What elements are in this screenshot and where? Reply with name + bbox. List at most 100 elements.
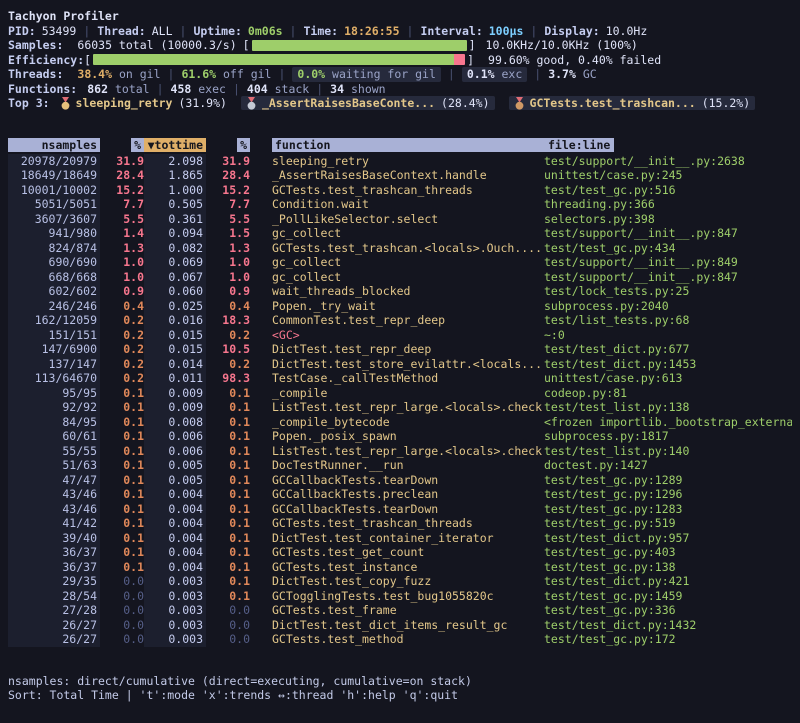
table-row[interactable]: 668/6681.00.0671.0gc_collecttest/support… — [8, 270, 792, 285]
table-row[interactable]: 824/8741.30.0821.3GCTests.test_trashcan.… — [8, 241, 792, 256]
thread-label: Thread: — [97, 24, 145, 39]
nsamples-cell: 26/27 — [8, 618, 100, 633]
table-row[interactable]: 92/920.10.0090.1ListTest.test_repr_large… — [8, 400, 792, 415]
file-cell: test/list_tests.py:68 — [544, 313, 792, 328]
header-file-line[interactable]: file:line — [544, 138, 792, 153]
tottime-cell: 0.008 — [144, 415, 206, 430]
samples-line: Samples: 66035 total (10000.3/s) [ ] 10.… — [8, 38, 792, 53]
table-row[interactable]: 36/370.10.0040.1GCTests.test_get_countte… — [8, 545, 792, 560]
table-row[interactable]: 18649/1864928.41.86528.4_AssertRaisesBas… — [8, 168, 792, 183]
header-direct-pct[interactable]: % — [100, 138, 144, 153]
table-row[interactable]: 5051/50517.70.5057.7Condition.waitthread… — [8, 197, 792, 212]
table-row[interactable]: 137/1470.20.0140.2DictTest.test_store_ev… — [8, 357, 792, 372]
table-row[interactable]: 113/646700.20.01198.3TestCase._callTestM… — [8, 371, 792, 386]
table-row[interactable]: 26/270.00.0030.0DictTest.test_dict_items… — [8, 618, 792, 633]
direct-pct-cell: 0.0 — [100, 603, 144, 618]
table-row[interactable]: 27/280.00.0030.0GCTests.test_frametest/t… — [8, 603, 792, 618]
table-row[interactable]: 51/630.10.0050.1DocTestRunner.__rundocte… — [8, 458, 792, 473]
function-cell: GCTests.test_method — [272, 632, 544, 647]
tottime-cell: 0.003 — [144, 589, 206, 604]
time-value: 18:26:55 — [344, 24, 399, 39]
table-row[interactable]: 10001/1000215.21.00015.2GCTests.test_tra… — [8, 183, 792, 198]
nsamples-cell: 36/37 — [8, 545, 100, 560]
direct-pct-cell: 0.2 — [100, 328, 144, 343]
function-cell: Popen._try_wait — [272, 299, 544, 314]
cumulative-pct-cell: 0.1 — [206, 429, 250, 444]
top3-label: Top 3: — [8, 96, 50, 111]
direct-pct-cell: 1.0 — [100, 270, 144, 285]
file-cell: test/test_gc.py:1459 — [544, 589, 792, 604]
nsamples-cell: 84/95 — [8, 415, 100, 430]
table-row[interactable]: 39/400.10.0040.1DictTest.test_container_… — [8, 531, 792, 546]
bronze-medal-icon — [514, 97, 525, 110]
table-row[interactable]: 3607/36075.50.3615.5_PollLikeSelector.se… — [8, 212, 792, 227]
table-row[interactable]: 246/2460.40.0250.4Popen._try_waitsubproc… — [8, 299, 792, 314]
top3-item-1[interactable]: sleeping_retry (31.9%) — [60, 96, 227, 110]
status-bar: PID: 53499 | Thread: ALL | Uptime: 0m06s… — [8, 24, 792, 39]
function-cell: GCTests.test_trashcan_threads — [272, 516, 544, 531]
table-row[interactable]: 602/6020.90.0600.9wait_threads_blockedte… — [8, 284, 792, 299]
threads-off-gil: 61.6% off gil — [181, 67, 271, 82]
header-function[interactable]: function — [272, 138, 544, 153]
table-row[interactable]: 20978/2097931.92.09831.9sleeping_retryte… — [8, 154, 792, 169]
table-row[interactable]: 690/6901.00.0691.0gc_collecttest/support… — [8, 255, 792, 270]
efficiency-bar-failed — [454, 54, 465, 65]
nsamples-cell: 39/40 — [8, 531, 100, 546]
direct-pct-cell: 0.4 — [100, 299, 144, 314]
table-row[interactable]: 29/350.00.0030.1DictTest.test_copy_fuzzt… — [8, 574, 792, 589]
table-row[interactable]: 55/550.10.0060.1ListTest.test_repr_large… — [8, 444, 792, 459]
function-cell: DictTest.test_repr_deep — [272, 342, 544, 357]
thread-value[interactable]: ALL — [152, 24, 173, 39]
table-row[interactable]: 95/950.10.0090.1_compilecodeop.py:81 — [8, 386, 792, 401]
cumulative-pct-cell: 0.1 — [206, 415, 250, 430]
direct-pct-cell: 0.1 — [100, 560, 144, 575]
table-row[interactable]: 162/120590.20.01618.3CommonTest.test_rep… — [8, 313, 792, 328]
table-row[interactable]: 43/460.10.0040.1GCCallbackTests.preclean… — [8, 487, 792, 502]
tottime-cell: 0.004 — [144, 545, 206, 560]
top3-item-2[interactable]: _AssertRaisesBaseConte... (28.4%) — [241, 96, 495, 110]
functions-line: Functions: 862 total | 458 exec | 404 st… — [8, 82, 792, 97]
table-row[interactable]: 941/9801.40.0941.5gc_collecttest/support… — [8, 226, 792, 241]
cumulative-pct-cell: 0.2 — [206, 328, 250, 343]
cumulative-pct-cell: 10.5 — [206, 342, 250, 357]
footer-shortcuts: Sort: Total Time | 't':mode 'x':trends ↔… — [8, 688, 792, 703]
file-cell: codeop.py:81 — [544, 386, 792, 401]
separator: | — [316, 82, 323, 97]
header-tottime-sorted[interactable]: ▼tottime — [144, 138, 206, 153]
table-row[interactable]: 60/610.10.0060.1Popen._posix_spawnsubpro… — [8, 429, 792, 444]
title-line: Tachyon Profiler — [8, 9, 792, 24]
efficiency-bar-good — [93, 54, 454, 65]
function-cell: _compile — [272, 386, 544, 401]
table-row[interactable]: 41/420.10.0040.1GCTests.test_trashcan_th… — [8, 516, 792, 531]
table-row[interactable]: 28/540.00.0030.1GCTogglingTests.test_bug… — [8, 589, 792, 604]
tottime-cell: 0.009 — [144, 386, 206, 401]
separator: | — [534, 67, 541, 82]
threads-on-gil: 38.4% on gil — [77, 67, 160, 82]
file-cell: test/support/__init__.py:847 — [544, 270, 792, 285]
function-cell: _PollLikeSelector.select — [272, 212, 544, 227]
function-cell: _compile_bytecode — [272, 415, 544, 430]
table-row[interactable]: 84/950.10.0080.1_compile_bytecode<frozen… — [8, 415, 792, 430]
file-cell: <frozen importlib._bootstrap_external — [544, 415, 792, 430]
cumulative-pct-cell: 0.1 — [206, 444, 250, 459]
header-nsamples[interactable]: nsamples — [8, 138, 100, 153]
cumulative-pct-cell: 0.1 — [206, 545, 250, 560]
table-row[interactable]: 43/460.10.0040.1GCCallbackTests.tearDown… — [8, 502, 792, 517]
header-cumulative-pct[interactable]: % — [206, 138, 250, 153]
table-row[interactable]: 147/69000.20.01510.5DictTest.test_repr_d… — [8, 342, 792, 357]
table-row[interactable]: 151/1510.20.0150.2<GC>~:0 — [8, 328, 792, 343]
top3-item-3[interactable]: GCTests.test_trashcan... (15.2%) — [509, 96, 756, 110]
direct-pct-cell: 0.1 — [100, 545, 144, 560]
cumulative-pct-cell: 0.0 — [206, 603, 250, 618]
tottime-cell: 0.009 — [144, 400, 206, 415]
table-row[interactable]: 26/270.00.0030.0GCTests.test_methodtest/… — [8, 632, 792, 647]
pid-label: PID: — [8, 24, 36, 39]
file-cell: test/test_gc.py:403 — [544, 545, 792, 560]
cumulative-pct-cell: 0.1 — [206, 589, 250, 604]
display-label: Display: — [544, 24, 599, 39]
direct-pct-cell: 0.1 — [100, 429, 144, 444]
table-row[interactable]: 47/470.10.0050.1GCCallbackTests.tearDown… — [8, 473, 792, 488]
table-row[interactable]: 36/370.10.0040.1GCTests.test_instancetes… — [8, 560, 792, 575]
cumulative-pct-cell: 31.9 — [206, 154, 250, 169]
direct-pct-cell: 1.0 — [100, 255, 144, 270]
